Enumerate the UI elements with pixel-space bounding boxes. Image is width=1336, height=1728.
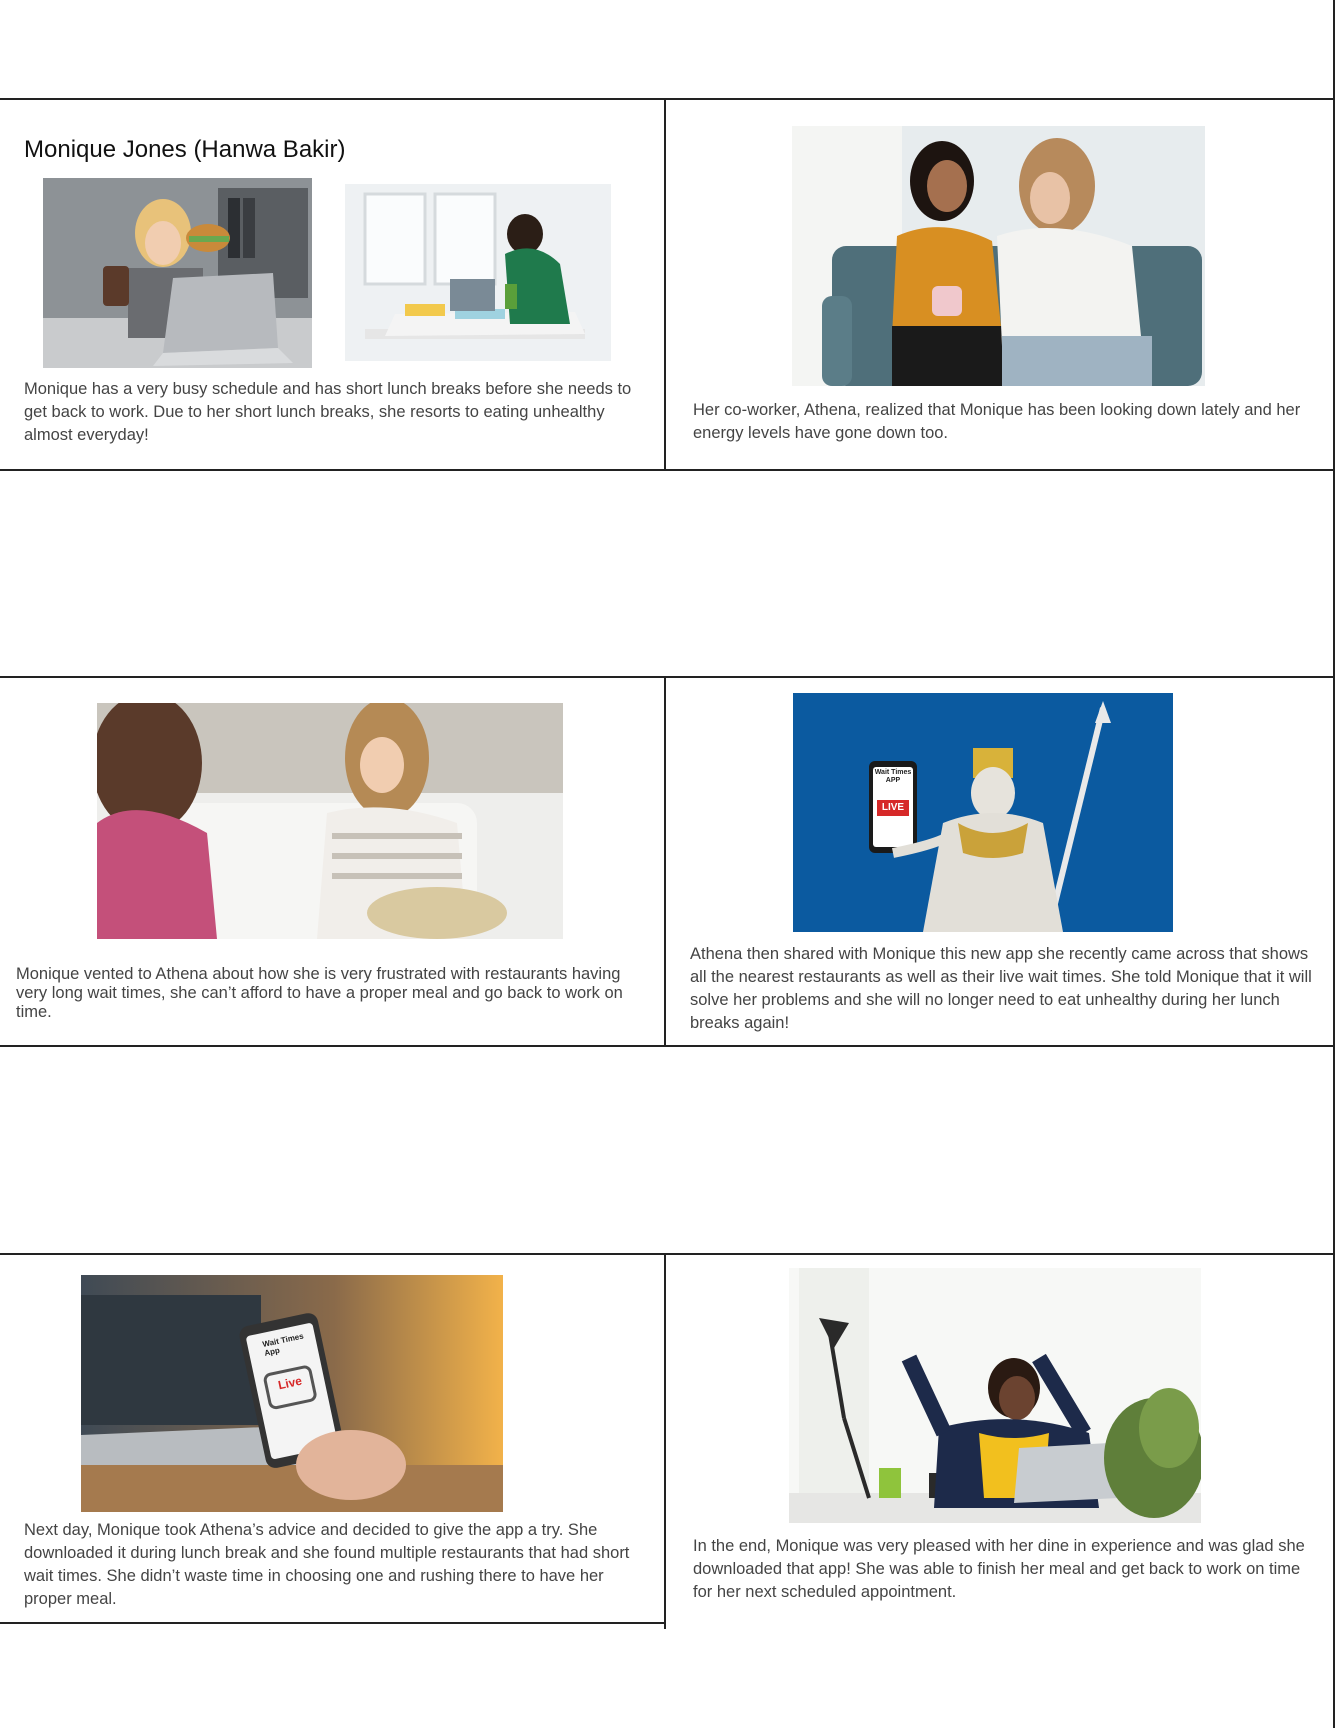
app-live-badge: LIVE [881, 802, 905, 813]
panel-5-image-phone-app: Wait Times App Live [81, 1275, 503, 1512]
app-screen-title: Wait Times APP [874, 769, 912, 784]
panel-divider-row2 [664, 676, 666, 1046]
panel-1-image-stressed-desk [345, 184, 611, 361]
row1-bottom-border [0, 469, 1335, 471]
row2-bottom-border [0, 1045, 1335, 1047]
panel-4-caption: Athena then shared with Monique this new… [690, 945, 1312, 1032]
row3-bottom-border [0, 1622, 665, 1624]
panel-6-image-celebrating [789, 1268, 1201, 1523]
panel-divider-row1 [664, 98, 666, 470]
panel-divider-row3 [664, 1253, 666, 1629]
row2-top-border [0, 676, 1335, 678]
panel-1-image-busy-lunch [43, 178, 312, 368]
panel-5-caption: Next day, Monique took Athena’s advice a… [24, 1521, 630, 1608]
panel-1-caption: Monique has a very busy schedule and has… [24, 380, 632, 444]
panel-3-caption: Monique vented to Athena about how she i… [16, 965, 623, 1021]
panel-4-image-athena-app: Wait Times APP LIVE [793, 693, 1173, 932]
storyboard-title: Monique Jones (Hanwa Bakir) [24, 136, 346, 163]
panel-6-caption: In the end, Monique was very pleased wit… [693, 1537, 1305, 1601]
panel-3-image-venting [97, 703, 563, 939]
page-right-border [1333, 0, 1335, 1728]
panel-2-image-coworkers-couch [792, 126, 1205, 386]
row1-top-border [0, 98, 1335, 100]
row3-top-border [0, 1253, 1335, 1255]
panel-2-caption: Her co-worker, Athena, realized that Mon… [693, 401, 1301, 442]
